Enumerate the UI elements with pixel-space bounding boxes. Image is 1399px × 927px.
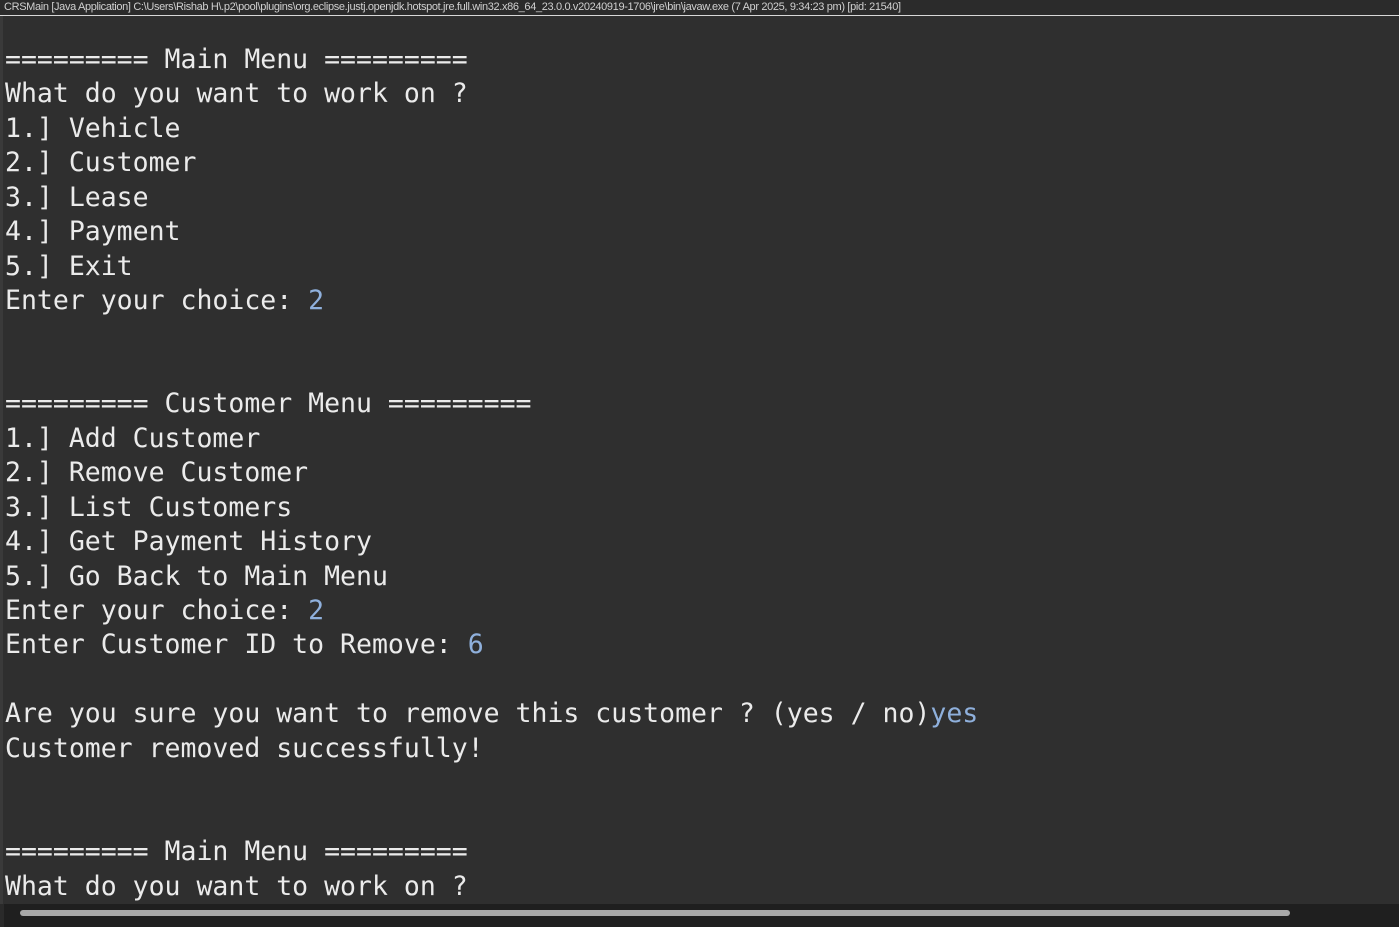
- user-input: yes: [930, 698, 979, 730]
- console-line-text: ========= Main Menu =========: [5, 44, 468, 75]
- console-header: CRSMain [Java Application] C:\Users\Rish…: [0, 0, 1399, 16]
- user-input: 2: [308, 595, 325, 626]
- console-line-text: 2.] Remove Customer: [5, 457, 309, 489]
- console-line-text: Enter Customer ID to Remove:: [5, 629, 468, 661]
- console-line-text: 1.] Vehicle: [5, 112, 181, 144]
- console-line-text: What do you want to work on ?: [5, 78, 468, 110]
- console-line: ========= Main Menu =========: [5, 43, 1395, 77]
- console-line-text: 1.] Add Customer: [5, 422, 261, 454]
- console-line-text: 5.] Go Back to Main Menu: [5, 560, 388, 592]
- console-line-text: 3.] Lease: [5, 181, 149, 213]
- console-line: 2.] Remove Customer: [5, 456, 1395, 490]
- console-line: Customer removed successfully!: [5, 732, 1395, 766]
- console-line-text: 3.] List Customers: [5, 491, 293, 523]
- user-input: 6: [467, 629, 484, 661]
- console-view[interactable]: CRSMain [Java Application] C:\Users\Rish…: [0, 0, 1399, 927]
- console-line-text: Customer removed successfully!: [5, 732, 484, 764]
- console-line: 5.] Exit: [5, 250, 1395, 284]
- console-line-text: Are you sure you want to remove this cus…: [5, 698, 931, 730]
- console-line: 5.] Go Back to Main Menu: [5, 560, 1395, 594]
- console-line: 3.] Lease: [5, 181, 1395, 215]
- console-line: Enter your choice: 2: [5, 594, 1395, 628]
- console-line-text: 5.] Exit: [5, 250, 133, 282]
- console-line: Are you sure you want to remove this cus…: [5, 697, 1395, 731]
- console-title: CRSMain [Java Application] C:\Users\Rish…: [4, 1, 901, 13]
- user-input: 2: [308, 285, 325, 317]
- console-line-text: What do you want to work on ?: [5, 870, 468, 902]
- console-line-text: 4.] Get Payment History: [5, 526, 372, 558]
- console-output[interactable]: ========= Main Menu ========= What do yo…: [5, 43, 1395, 904]
- console-gutter: [0, 16, 3, 927]
- console-line: 1.] Add Customer: [5, 422, 1395, 456]
- console-line: What do you want to work on ?: [5, 870, 1395, 904]
- console-line: Enter Customer ID to Remove: 6: [5, 628, 1395, 662]
- console-line-text: ========= Customer Menu =========: [5, 388, 532, 420]
- console-line-text: Enter your choice:: [5, 595, 309, 626]
- console-line-text: ========= Main Menu =========: [5, 836, 468, 868]
- console-line-text: Enter your choice:: [5, 285, 309, 317]
- console-line-text: 2.] Customer: [5, 147, 197, 179]
- console-line: ========= Customer Menu =========: [5, 387, 1395, 421]
- console-line: 3.] List Customers: [5, 491, 1395, 525]
- console-line-text: 4.] Payment: [5, 216, 181, 248]
- console-line: 4.] Get Payment History: [5, 525, 1395, 559]
- console-line: What do you want to work on ?: [5, 77, 1395, 111]
- console-line: ========= Main Menu =========: [5, 835, 1395, 869]
- console-line: 1.] Vehicle: [5, 112, 1395, 146]
- console-line: 2.] Customer: [5, 146, 1395, 180]
- scrollbar-thumb[interactable]: [20, 910, 1290, 916]
- console-line: Enter your choice: 2: [5, 284, 1395, 318]
- console-line: 4.] Payment: [5, 215, 1395, 249]
